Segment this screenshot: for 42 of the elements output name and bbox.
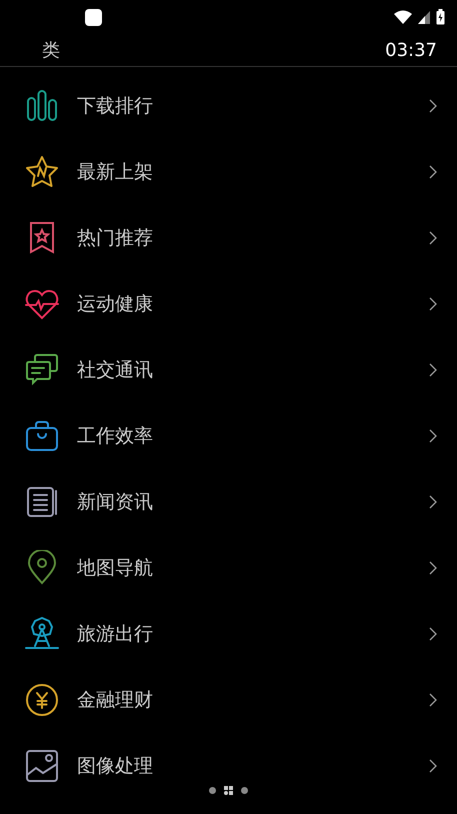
category-label: 运动健康	[77, 292, 154, 317]
chevron-icon	[429, 561, 437, 575]
signal-icon	[418, 10, 430, 24]
battery-icon	[436, 9, 445, 25]
wifi-icon	[394, 10, 412, 24]
chevron-icon	[429, 429, 437, 443]
chevron-icon	[429, 231, 437, 245]
category-item[interactable]: 地图导航	[0, 535, 457, 601]
category-item[interactable]: 旅游出行	[0, 601, 457, 667]
notification-icon	[85, 8, 102, 26]
chevron-icon	[429, 363, 437, 377]
page-indicator[interactable]	[209, 787, 216, 794]
category-label: 最新上架	[77, 160, 154, 185]
category-item[interactable]: 社交通讯	[0, 337, 457, 403]
category-item[interactable]: 最新上架	[0, 139, 457, 205]
category-label: 地图导航	[77, 556, 154, 581]
category-label: 社交通讯	[77, 358, 154, 383]
category-label: 工作效率	[77, 424, 154, 449]
chevron-icon	[429, 627, 437, 641]
page-indicator[interactable]	[241, 787, 248, 794]
category-label: 旅游出行	[77, 622, 154, 647]
chevron-icon	[429, 693, 437, 707]
category-item[interactable]: 金融理财	[0, 667, 457, 733]
chevron-icon	[429, 297, 437, 311]
category-item[interactable]: 新闻资讯	[0, 469, 457, 535]
category-item[interactable]: 热门推荐	[0, 205, 457, 271]
chevron-icon	[429, 495, 437, 509]
category-label: 下载排行	[77, 94, 154, 119]
chevron-icon	[429, 759, 437, 773]
chevron-icon	[429, 99, 437, 113]
category-label: 热门推荐	[77, 226, 154, 251]
chevron-icon	[429, 165, 437, 179]
category-label: 图像处理	[77, 754, 154, 779]
clock-time: 03:37	[385, 40, 437, 60]
category-item[interactable]: 图像处理	[0, 733, 457, 799]
category-item[interactable]: 运动健康	[0, 271, 457, 337]
category-label: 新闻资讯	[77, 490, 154, 515]
category-item[interactable]: 工作效率	[0, 403, 457, 469]
category-item[interactable]: 下载排行	[0, 73, 457, 139]
page-indicator[interactable]	[224, 786, 233, 795]
category-label: 金融理财	[77, 688, 154, 713]
page-title: 类	[42, 39, 60, 62]
